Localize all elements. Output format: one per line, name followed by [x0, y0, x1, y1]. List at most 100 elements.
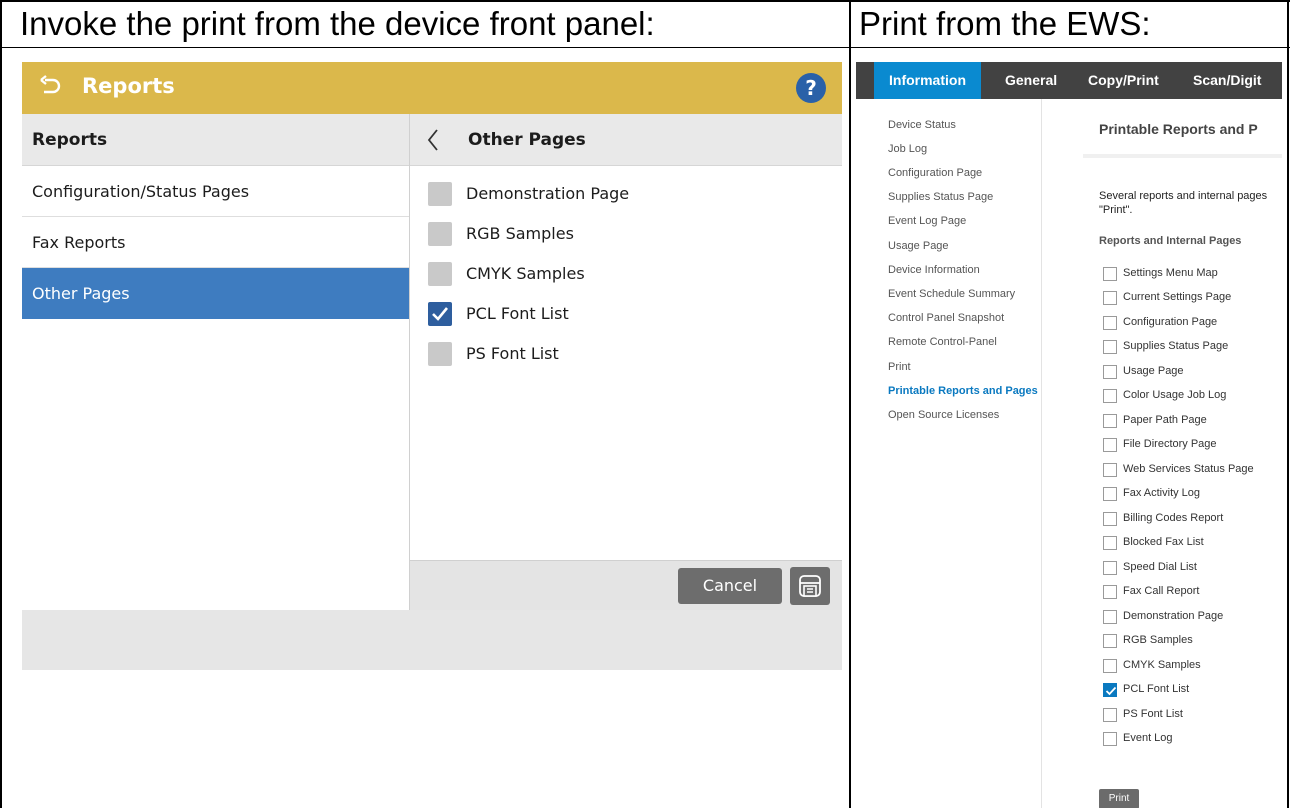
checkbox[interactable] — [1103, 316, 1117, 330]
report-label: CMYK Samples — [1123, 659, 1201, 671]
report-label: Settings Menu Map — [1123, 267, 1218, 279]
report-label: Demonstration Page — [1123, 610, 1224, 622]
sidebar-item-configuration-page[interactable]: Configuration Page — [888, 167, 982, 179]
tab-copy-print[interactable]: Copy/Print — [1088, 62, 1159, 99]
checkbox[interactable] — [1103, 536, 1117, 550]
sidebar-item-device-status[interactable]: Device Status — [888, 119, 956, 131]
chevron-left-icon[interactable] — [426, 128, 440, 152]
front-panel-screen: Reports ? Reports Configuration/Status P… — [22, 62, 842, 670]
report-label: Paper Path Page — [1123, 414, 1207, 426]
page-description: Several reports and internal pages "Prin… — [1099, 189, 1267, 217]
checkbox-rgb-samples[interactable] — [428, 222, 452, 246]
checkbox-cmyk-samples[interactable] — [428, 262, 452, 286]
menu-item-fax-reports[interactable]: Fax Reports — [22, 217, 409, 268]
sidebar-item-event-log-page[interactable]: Event Log Page — [888, 215, 966, 227]
sidebar-item-job-log[interactable]: Job Log — [888, 143, 927, 155]
document-frame: Invoke the print from the device front p… — [0, 0, 1290, 808]
checkbox[interactable] — [1103, 414, 1117, 428]
report-label: Current Settings Page — [1123, 291, 1232, 303]
tab-general[interactable]: General — [1005, 62, 1057, 99]
checkbox[interactable] — [1103, 732, 1117, 746]
checkbox[interactable] — [1103, 267, 1117, 281]
other-pages-header: Other Pages — [410, 114, 842, 166]
printer-icon — [799, 575, 821, 597]
caption-front-panel: Invoke the print from the device front p… — [20, 5, 655, 42]
back-arrow-icon[interactable] — [38, 74, 64, 100]
report-label: File Directory Page — [1123, 438, 1217, 450]
report-label: Fax Call Report — [1123, 585, 1200, 597]
report-label: PS Font List — [1123, 708, 1183, 720]
report-label: Event Log — [1123, 732, 1173, 744]
help-icon[interactable]: ? — [796, 73, 826, 103]
frame-left-border — [0, 0, 2, 808]
sidebar-item-control-panel-snapshot[interactable]: Control Panel Snapshot — [888, 312, 1004, 324]
print-button[interactable] — [790, 567, 830, 605]
tab-information[interactable]: Information — [874, 62, 981, 99]
front-panel-status-bar — [22, 610, 842, 670]
sidebar-item-device-information[interactable]: Device Information — [888, 264, 980, 276]
report-label: Speed Dial List — [1123, 561, 1197, 573]
sidebar-item-open-source-licenses[interactable]: Open Source Licenses — [888, 409, 999, 421]
reports-menu: Reports Configuration/Status Pages Fax R… — [22, 114, 410, 610]
tab-scan-digital[interactable]: Scan/Digit — [1193, 62, 1261, 99]
checkbox-ps-font-list[interactable] — [428, 342, 452, 366]
ews-sidebar: Device Status Job Log Configuration Page… — [856, 99, 1042, 808]
caption-ews: Print from the EWS: — [859, 5, 1151, 42]
checkmark-icon — [432, 307, 449, 321]
report-label: Fax Activity Log — [1123, 487, 1201, 499]
checkbox[interactable] — [1103, 708, 1117, 722]
print-button[interactable]: Print — [1099, 789, 1139, 808]
checkbox-pcl-font-list[interactable] — [428, 302, 452, 326]
frame-top-border — [0, 0, 1290, 2]
sidebar-item-printable-reports[interactable]: Printable Reports and Pages — [888, 385, 1038, 397]
report-label: Usage Page — [1123, 365, 1184, 377]
checkbox[interactable] — [1103, 340, 1117, 354]
title-divider — [1083, 154, 1282, 158]
sidebar-item-supplies-status-page[interactable]: Supplies Status Page — [888, 191, 993, 203]
section-title: Reports and Internal Pages — [1099, 235, 1242, 247]
report-label: PCL Font List — [1123, 683, 1190, 695]
frame-caption-divider — [0, 47, 1290, 48]
ews-main-content: Printable Reports and P Several reports … — [1043, 99, 1282, 808]
menu-item-configuration-status[interactable]: Configuration/Status Pages — [22, 166, 409, 217]
option-label: PS Font List — [466, 344, 559, 363]
checkbox[interactable] — [1103, 365, 1117, 379]
checkbox[interactable] — [1103, 659, 1117, 673]
front-panel-header: Reports ? — [22, 62, 842, 114]
cancel-button[interactable]: Cancel — [678, 568, 782, 604]
frame-middle-border — [849, 0, 851, 808]
reports-menu-heading: Reports — [22, 114, 409, 166]
checkbox[interactable] — [1103, 634, 1117, 648]
description-line: Several reports and internal pages — [1099, 190, 1268, 202]
sidebar-item-usage-page[interactable]: Usage Page — [888, 240, 949, 252]
checkbox[interactable] — [1103, 512, 1117, 526]
sidebar-item-print[interactable]: Print — [888, 361, 911, 373]
checkmark-icon — [1105, 686, 1117, 696]
option-label: Demonstration Page — [466, 184, 630, 203]
report-label: Supplies Status Page — [1123, 340, 1229, 352]
report-label: Configuration Page — [1123, 316, 1218, 328]
report-label: RGB Samples — [1123, 634, 1193, 646]
other-pages-title: Other Pages — [468, 130, 586, 150]
frame-right-border — [1287, 0, 1289, 808]
sidebar-item-remote-control-panel[interactable]: Remote Control-Panel — [888, 336, 997, 348]
option-label: CMYK Samples — [466, 264, 585, 283]
checkbox[interactable] — [1103, 610, 1117, 624]
checkbox-pcl-font-list[interactable] — [1103, 683, 1117, 697]
sidebar-item-event-schedule-summary[interactable]: Event Schedule Summary — [888, 288, 1015, 300]
checkbox[interactable] — [1103, 438, 1117, 452]
header-title: Reports — [82, 74, 175, 98]
description-line: "Print". — [1099, 204, 1133, 216]
checkbox[interactable] — [1103, 487, 1117, 501]
checkbox[interactable] — [1103, 291, 1117, 305]
report-label: Web Services Status Page — [1123, 463, 1254, 475]
checkbox[interactable] — [1103, 585, 1117, 599]
report-label: Billing Codes Report — [1123, 512, 1224, 524]
checkbox[interactable] — [1103, 463, 1117, 477]
checkbox[interactable] — [1103, 389, 1117, 403]
menu-item-other-pages[interactable]: Other Pages — [22, 268, 409, 319]
other-pages-panel: Other Pages Demonstration Page RGB Sampl… — [410, 114, 842, 610]
report-label: Blocked Fax List — [1123, 536, 1204, 548]
checkbox[interactable] — [1103, 561, 1117, 575]
checkbox-demonstration-page[interactable] — [428, 182, 452, 206]
